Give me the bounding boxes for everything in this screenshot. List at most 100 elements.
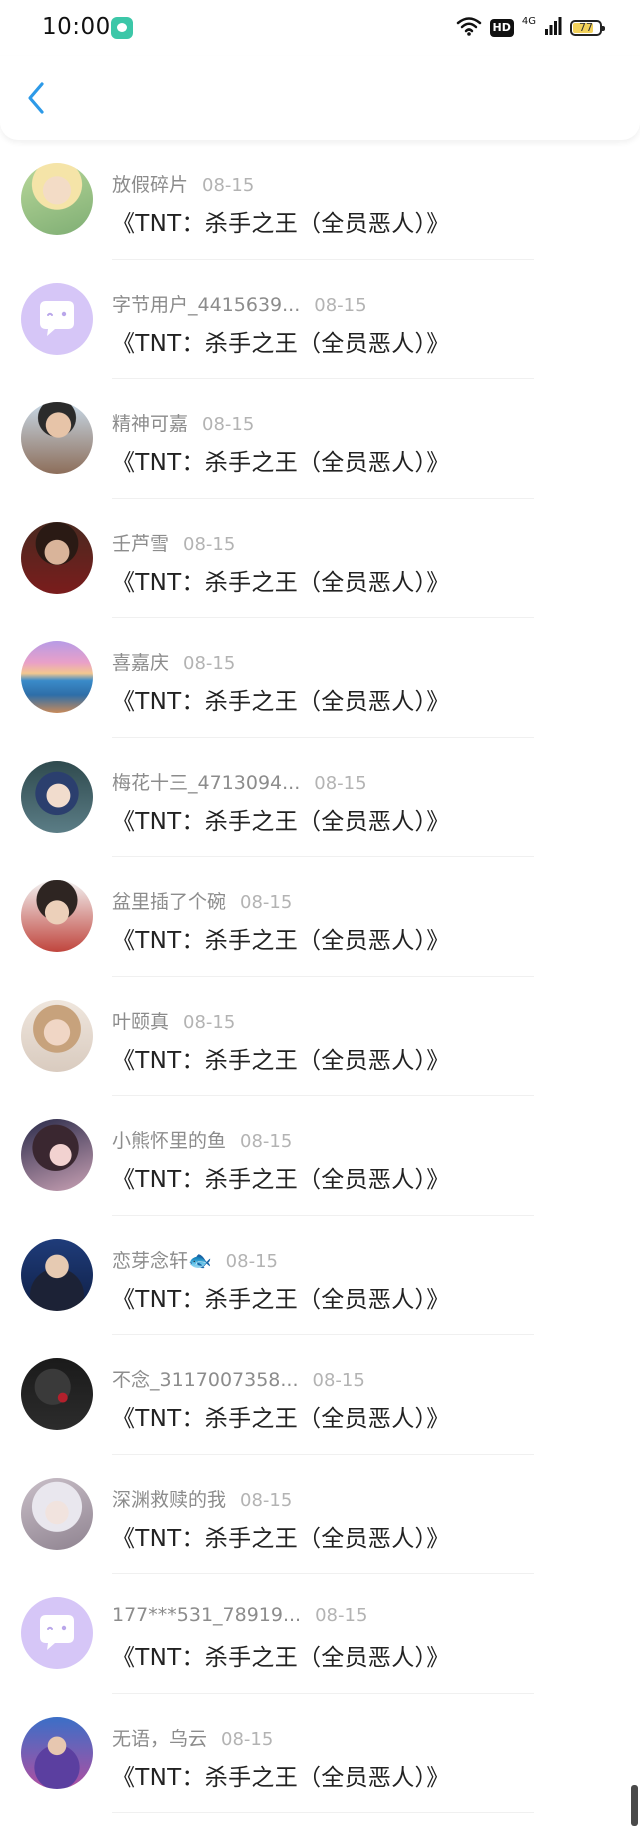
battery-level: 77	[579, 21, 593, 34]
nav-bar	[0, 56, 640, 140]
date-label: 08-15	[240, 892, 293, 913]
avatar[interactable]	[21, 760, 93, 833]
user-meta: 字节用户_4415639... 08-15	[112, 290, 367, 317]
user-meta: 壬芦雪 08-15	[112, 529, 235, 556]
divider	[112, 1812, 534, 1813]
username[interactable]: 字节用户_4415639...	[112, 294, 300, 316]
username[interactable]: 不念_3117007358...	[112, 1369, 299, 1391]
avatar[interactable]	[21, 1477, 93, 1550]
list-item[interactable]: 不念_3117007358... 08-15 《TNT：杀手之王（全员恶人）》	[0, 1335, 640, 1455]
user-meta: 不念_3117007358... 08-15	[112, 1365, 365, 1392]
date-label: 08-15	[225, 1250, 278, 1272]
chat-bubble-icon	[40, 300, 74, 336]
username[interactable]: 叶颐真	[112, 1011, 169, 1033]
signal-icon	[544, 17, 562, 39]
user-meta: 恋芽念轩🐟 08-15	[112, 1246, 278, 1273]
user-meta: 无语，乌云 08-15	[112, 1724, 273, 1751]
list-item[interactable]: 壬芦雪 08-15 《TNT：杀手之王（全员恶人）》	[0, 499, 640, 618]
item-title[interactable]: 《TNT：杀手之王（全员恶人）》	[112, 682, 450, 716]
item-title[interactable]: 《TNT：杀手之王（全员恶人）》	[112, 1160, 450, 1194]
avatar[interactable]	[21, 641, 93, 713]
item-title[interactable]: 《TNT：杀手之王（全员恶人）》	[112, 921, 450, 955]
user-meta: 盆里插了个碗 08-15	[112, 887, 292, 914]
username[interactable]: 恋芽念轩🐟	[112, 1250, 212, 1272]
item-title[interactable]: 《TNT：杀手之王（全员恶人）》	[112, 1280, 450, 1314]
date-label: 08-15	[315, 1605, 368, 1626]
wifi-icon	[456, 16, 482, 40]
list-item[interactable]: 喜嘉庆 08-15 《TNT：杀手之王（全员恶人）》	[0, 618, 640, 738]
date-label: 08-15	[183, 1011, 236, 1033]
battery-indicator: 77	[570, 20, 605, 36]
date-label: 08-15	[183, 533, 236, 555]
avatar[interactable]	[21, 880, 93, 952]
avatar[interactable]	[21, 1716, 93, 1789]
status-time: 10:00	[42, 14, 111, 40]
chat-bubble-icon	[40, 1615, 74, 1650]
username[interactable]: 盆里插了个碗	[112, 891, 226, 913]
list-item[interactable]: 深渊救赎的我 08-15 《TNT：杀手之王（全员恶人）》	[0, 1455, 640, 1574]
avatar[interactable]	[21, 521, 93, 594]
scrollbar[interactable]	[631, 1785, 638, 1826]
user-meta: 深渊救赎的我 08-15	[112, 1485, 292, 1512]
hd-badge: HD	[489, 19, 514, 37]
avatar[interactable]	[21, 1238, 93, 1311]
username[interactable]: 无语，乌云	[112, 1728, 207, 1750]
date-label: 08-15	[312, 1370, 365, 1391]
item-title[interactable]: 《TNT：杀手之王（全员恶人）》	[112, 1399, 450, 1433]
username[interactable]: 精神可嘉	[112, 413, 188, 435]
avatar[interactable]	[21, 402, 93, 474]
user-meta: 177***531_78919... 08-15	[112, 1604, 367, 1626]
list-item[interactable]: 盆里插了个碗 08-15 《TNT：杀手之王（全员恶人）》	[0, 857, 640, 977]
date-label: 08-15	[202, 414, 255, 435]
list-item[interactable]: 字节用户_4415639... 08-15 《TNT：杀手之王（全员恶人）》	[0, 260, 640, 379]
user-meta: 精神可嘉 08-15	[112, 409, 254, 436]
avatar[interactable]	[21, 163, 93, 235]
network-type: 4G	[521, 16, 536, 27]
back-button[interactable]	[18, 78, 54, 118]
date-label: 08-15	[240, 1131, 293, 1152]
item-title[interactable]: 《TNT：杀手之王（全员恶人）》	[112, 324, 450, 358]
list-item[interactable]: 精神可嘉 08-15 《TNT：杀手之王（全员恶人）》	[0, 379, 640, 499]
username[interactable]: 177***531_78919...	[112, 1604, 301, 1626]
list-item[interactable]: 叶颐真 08-15 《TNT：杀手之王（全员恶人）》	[0, 977, 640, 1096]
list-item[interactable]: 177***531_78919... 08-15 《TNT：杀手之王（全员恶人）》	[0, 1574, 640, 1694]
date-label: 08-15	[314, 772, 367, 794]
username[interactable]: 小熊怀里的鱼	[112, 1130, 226, 1152]
user-meta: 喜嘉庆 08-15	[112, 648, 235, 675]
status-icons: HD 4G 77	[456, 16, 605, 40]
list-item[interactable]: 恋芽念轩🐟 08-15 《TNT：杀手之王（全员恶人）》	[0, 1216, 640, 1335]
item-title[interactable]: 《TNT：杀手之王（全员恶人）》	[112, 802, 450, 836]
avatar[interactable]	[21, 1119, 93, 1191]
item-title[interactable]: 《TNT：杀手之王（全员恶人）》	[112, 1519, 450, 1553]
date-label: 08-15	[221, 1728, 274, 1750]
item-title[interactable]: 《TNT：杀手之王（全员恶人）》	[112, 1041, 450, 1075]
item-title[interactable]: 《TNT：杀手之王（全员恶人）》	[112, 204, 450, 238]
username[interactable]: 梅花十三_4713094...	[112, 772, 300, 794]
item-title[interactable]: 《TNT：杀手之王（全员恶人）》	[112, 1638, 450, 1672]
avatar[interactable]	[21, 1358, 93, 1430]
username[interactable]: 放假碎片	[112, 174, 188, 196]
date-label: 08-15	[240, 1489, 293, 1511]
user-meta: 叶颐真 08-15	[112, 1007, 235, 1034]
date-label: 08-15	[202, 175, 255, 196]
user-meta: 小熊怀里的鱼 08-15	[112, 1126, 292, 1153]
date-label: 08-15	[314, 294, 367, 316]
avatar[interactable]	[21, 999, 93, 1072]
list-item[interactable]: 小熊怀里的鱼 08-15 《TNT：杀手之王（全员恶人）》	[0, 1096, 640, 1216]
user-meta: 梅花十三_4713094... 08-15	[112, 768, 367, 795]
date-label: 08-15	[183, 653, 236, 674]
avatar[interactable]	[21, 1597, 93, 1669]
username[interactable]: 壬芦雪	[112, 533, 169, 555]
list-item[interactable]: 无语，乌云 08-15 《TNT：杀手之王（全员恶人）》	[0, 1694, 640, 1813]
list-item[interactable]: 梅花十三_4713094... 08-15 《TNT：杀手之王（全员恶人）》	[0, 738, 640, 857]
notification-app-icon	[111, 17, 133, 39]
username[interactable]: 深渊救赎的我	[112, 1489, 226, 1511]
username[interactable]: 喜嘉庆	[112, 652, 169, 674]
chevron-left-icon	[28, 82, 44, 114]
user-meta: 放假碎片 08-15	[112, 170, 254, 197]
item-title[interactable]: 《TNT：杀手之王（全员恶人）》	[112, 443, 450, 477]
avatar[interactable]	[21, 282, 93, 355]
item-title[interactable]: 《TNT：杀手之王（全员恶人）》	[112, 1758, 450, 1792]
item-title[interactable]: 《TNT：杀手之王（全员恶人）》	[112, 563, 450, 597]
list-item[interactable]: 放假碎片 08-15 《TNT：杀手之王（全员恶人）》	[0, 140, 640, 260]
